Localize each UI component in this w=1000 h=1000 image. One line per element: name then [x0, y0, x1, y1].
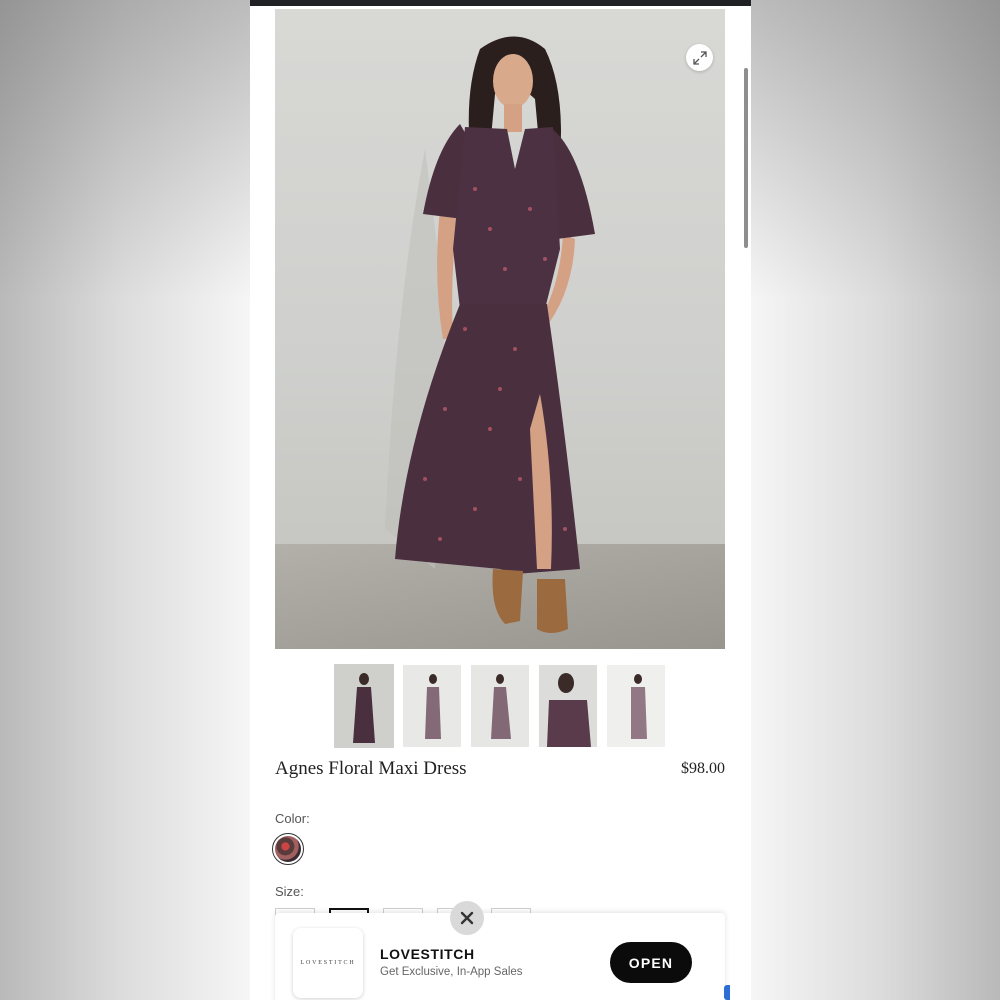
app-install-banner: LOVESTITCH LOVESTITCH Get Exclusive, In-… [275, 913, 725, 1000]
product-title: Agnes Floral Maxi Dress [275, 758, 467, 779]
thumbnail-2[interactable] [403, 665, 461, 747]
close-banner-button[interactable] [450, 901, 484, 935]
swatch-pattern [275, 836, 301, 862]
color-label: Color: [275, 811, 310, 826]
thumbnail-1[interactable] [334, 664, 394, 748]
app-subtitle: Get Exclusive, In-App Sales [380, 966, 523, 978]
status-bar [250, 0, 751, 6]
thumbnail-strip [334, 664, 665, 748]
thumbnail-4[interactable] [539, 665, 597, 747]
product-price: $98.00 [681, 760, 725, 777]
open-app-button[interactable]: OPEN [610, 942, 692, 983]
thumbnail-3[interactable] [471, 665, 529, 747]
chat-widget-edge[interactable] [724, 985, 730, 1000]
scrollbar[interactable] [744, 68, 748, 248]
phone-screen: Agnes Floral Maxi Dress $98.00 Color: Si… [250, 0, 751, 1000]
model-illustration [385, 36, 595, 633]
thumbnail-5[interactable] [607, 665, 665, 747]
size-label: Size: [275, 884, 304, 899]
close-icon [460, 911, 474, 925]
app-logo-text: LOVESTITCH [300, 960, 356, 966]
color-swatch[interactable] [272, 833, 304, 865]
expand-icon [692, 50, 707, 65]
product-main-image[interactable] [275, 9, 725, 649]
expand-button[interactable] [686, 44, 713, 71]
app-logo: LOVESTITCH [293, 928, 363, 998]
app-name: LOVESTITCH [380, 946, 475, 962]
